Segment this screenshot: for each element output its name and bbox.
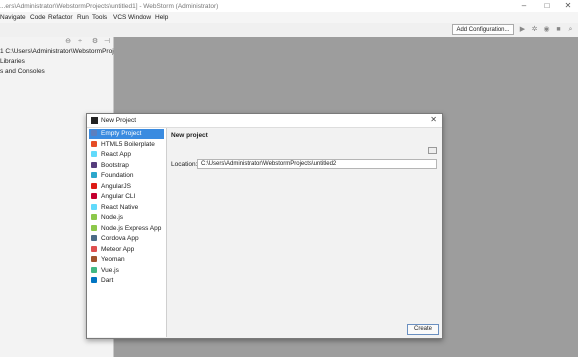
html5-icon (91, 140, 97, 147)
dialog-close-icon[interactable]: ✕ (430, 115, 437, 124)
title-bar: ...ers\Administrator\WebstormProjects\un… (0, 0, 578, 12)
meteor-icon (91, 245, 97, 252)
search-icon[interactable]: ⌕ (566, 25, 575, 35)
location-label: Location: (171, 161, 198, 168)
new-project-dialog: New Project ✕ Empty Project HTML5 Boiler… (86, 113, 443, 339)
menu-code[interactable]: Code (30, 14, 46, 21)
project-type-nodejs[interactable]: Node.js (89, 213, 164, 223)
stop-icon[interactable]: ■ (554, 25, 563, 35)
project-type-html5-boilerplate[interactable]: HTML5 Boilerplate (89, 140, 164, 150)
bootstrap-icon (91, 161, 97, 168)
angular-cli-icon (91, 193, 97, 199)
dialog-title: New Project (101, 117, 137, 124)
maximize-button[interactable]: □ (541, 1, 553, 11)
project-panel-toolbar: ⊖ ÷ ⚙ ⊣ (0, 37, 113, 47)
project-type-bootstrap[interactable]: Bootstrap (89, 161, 164, 171)
cordova-icon (91, 235, 97, 241)
project-settings-pane: New project Location: C:\Users\Administr… (167, 128, 442, 323)
express-icon (91, 224, 97, 231)
browse-folder-icon[interactable] (428, 147, 437, 154)
empty-project-icon (91, 130, 97, 136)
dialog-title-bar: New Project ✕ (87, 114, 442, 128)
project-type-react-native[interactable]: React Native (89, 203, 164, 213)
yeoman-icon (91, 256, 97, 262)
project-type-cordova-app[interactable]: Cordova App (89, 234, 164, 244)
project-type-yeoman[interactable]: Yeoman (89, 255, 164, 265)
coverage-icon[interactable]: ◉ (542, 25, 551, 35)
project-type-vuejs[interactable]: Vue.js (89, 266, 164, 276)
new-project-heading: New project (171, 132, 208, 139)
run-icon[interactable]: ▶ (518, 25, 527, 35)
menu-help[interactable]: Help (155, 14, 168, 21)
menu-vcs[interactable]: VCS (113, 14, 126, 21)
project-type-dart[interactable]: Dart (89, 276, 164, 286)
menu-refactor[interactable]: Refactor (48, 14, 73, 21)
location-field[interactable]: C:\Users\Administrator\WebstormProjects\… (197, 159, 437, 169)
project-type-foundation[interactable]: Foundation (89, 171, 164, 181)
project-type-angular-cli[interactable]: Angular CLI (89, 192, 164, 202)
project-type-angularjs[interactable]: AngularJS (89, 182, 164, 192)
window-title: ...ers\Administrator\WebstormProjects\un… (0, 3, 219, 10)
gear-icon[interactable]: ⚙ (91, 38, 99, 46)
project-type-nodejs-express-app[interactable]: Node.js Express App (89, 224, 164, 234)
collapse-all-icon[interactable]: ⊖ (64, 38, 72, 46)
external-libraries-row[interactable]: Libraries (0, 58, 25, 65)
create-button[interactable]: Create (407, 324, 439, 335)
menu-window[interactable]: Window (128, 14, 151, 21)
minimize-button[interactable]: – (518, 1, 530, 11)
vuejs-icon (91, 266, 97, 273)
dart-icon (91, 277, 97, 283)
project-type-empty-project[interactable]: Empty Project (89, 129, 164, 139)
toolbar: Add Configuration... ▶ ✲ ◉ ■ ⌕ (0, 23, 578, 38)
close-button[interactable]: ✕ (562, 1, 574, 11)
project-type-react-app[interactable]: React App (89, 150, 164, 160)
scratches-row[interactable]: s and Consoles (0, 68, 45, 75)
react-icon (91, 151, 97, 157)
scroll-from-source-icon[interactable]: ÷ (76, 38, 84, 46)
debug-icon[interactable]: ✲ (530, 25, 539, 35)
react-native-icon (91, 203, 97, 210)
project-type-meteor-app[interactable]: Meteor App (89, 245, 164, 255)
add-configuration-button[interactable]: Add Configuration... (452, 24, 514, 35)
menu-navigate[interactable]: Navigate (0, 14, 26, 21)
angularjs-icon (91, 182, 97, 189)
menu-bar: Navigate Code Refactor Run Tools VCS Win… (0, 12, 578, 23)
hide-panel-icon[interactable]: ⊣ (103, 38, 111, 46)
nodejs-icon (91, 214, 97, 220)
webstorm-icon (91, 117, 98, 124)
menu-tools[interactable]: Tools (92, 14, 107, 21)
menu-run[interactable]: Run (77, 14, 89, 21)
project-type-list: Empty Project HTML5 Boilerplate React Ap… (87, 128, 167, 337)
foundation-icon (91, 172, 97, 178)
